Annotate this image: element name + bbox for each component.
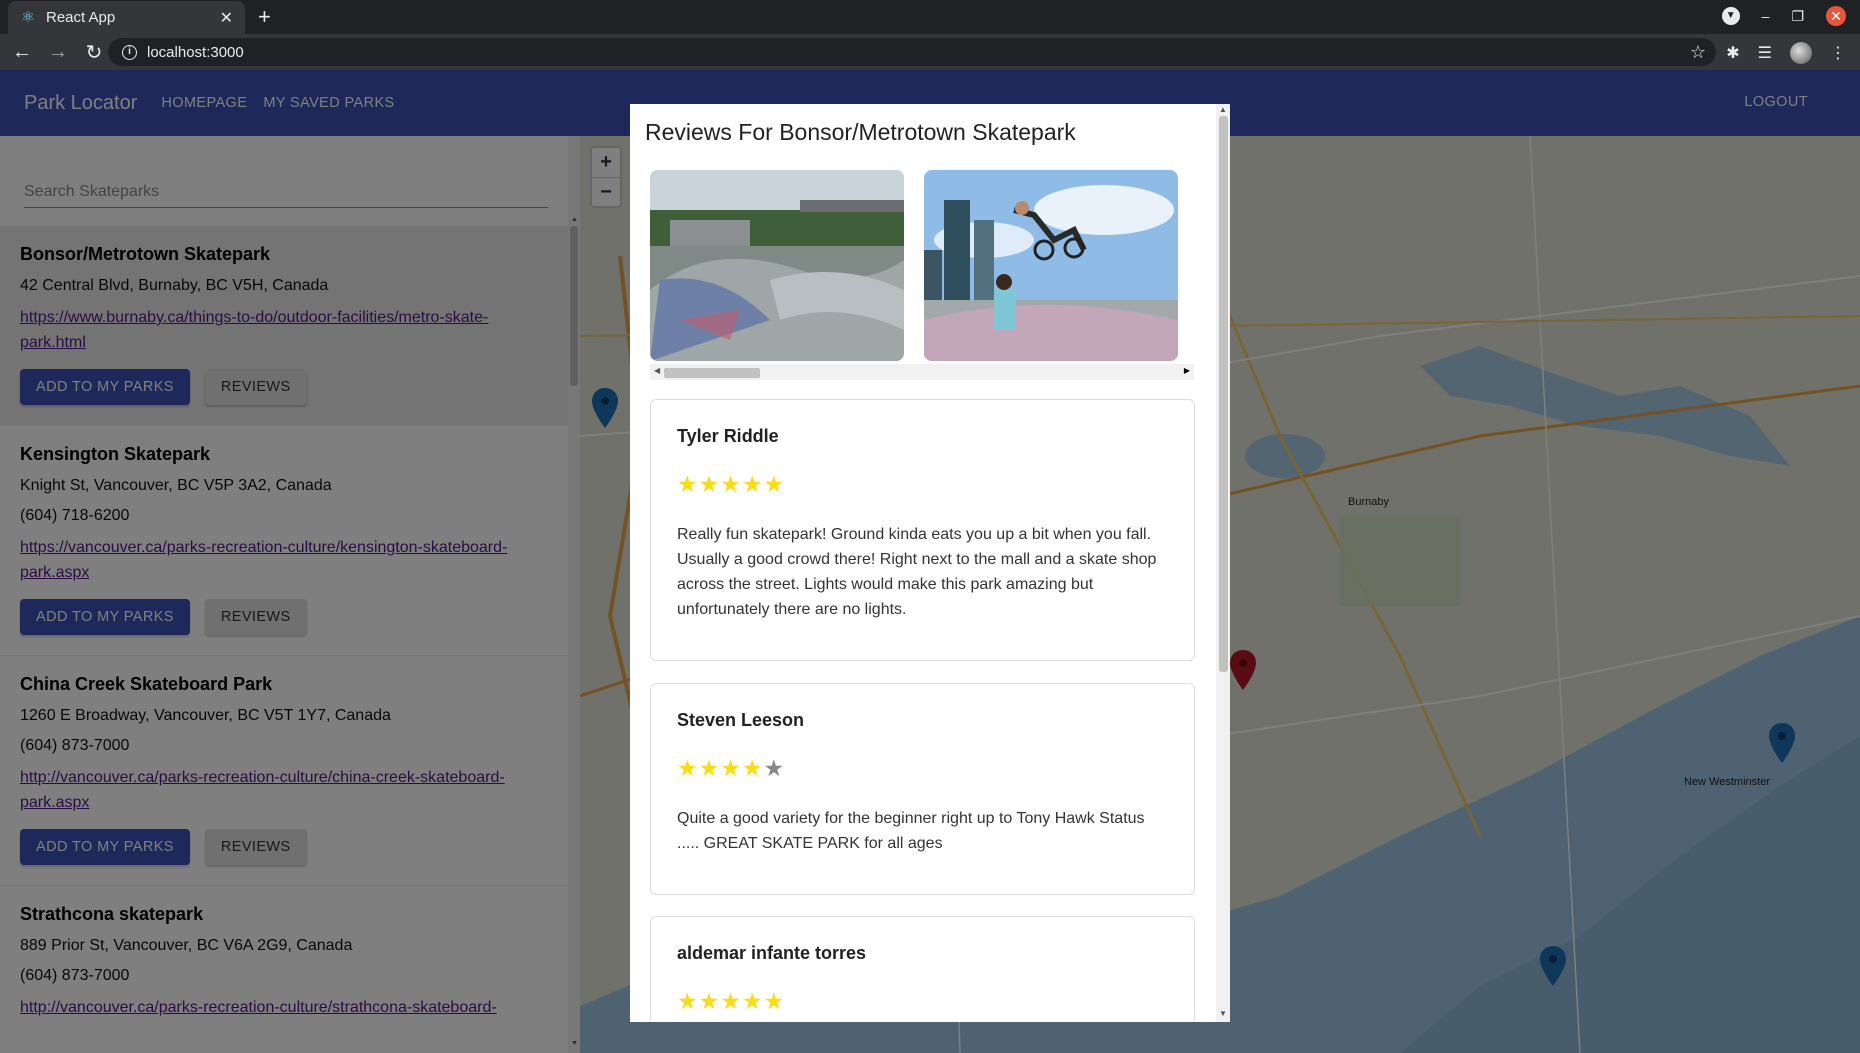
tab-search-icon[interactable]: ▼ — [1721, 7, 1740, 25]
star-rating: ★★★★★ — [677, 988, 1168, 1015]
forward-icon[interactable]: → — [44, 41, 72, 64]
star-filled-icon: ★ — [741, 755, 764, 781]
scroll-up-arrow-icon[interactable]: ▲ — [1219, 105, 1227, 114]
modal-scrollbar-thumb[interactable] — [1219, 116, 1228, 672]
site-info-icon[interactable]: i — [122, 44, 137, 60]
star-filled-icon: ★ — [698, 471, 721, 497]
modal-scrollbar[interactable]: ▲ ▼ — [1216, 104, 1230, 1022]
skatepark-photo — [924, 170, 1178, 361]
star-rating: ★★★★★ — [677, 471, 1168, 498]
profile-avatar[interactable] — [1790, 42, 1812, 64]
photo-gallery — [650, 170, 1198, 382]
star-filled-icon: ★ — [763, 988, 786, 1014]
back-icon[interactable]: ← — [8, 41, 36, 64]
new-tab-icon[interactable]: + — [258, 4, 271, 30]
star-filled-icon: ★ — [741, 988, 764, 1014]
window-controls: ▼ – ❐ ✕ — [1721, 6, 1846, 26]
reviewer-name: Tyler Riddle — [677, 426, 779, 446]
reviewer-name: Steven Leeson — [677, 710, 805, 730]
restore-icon[interactable]: ❐ — [1791, 8, 1804, 25]
reviewer-name: aldemar infante torres — [677, 943, 867, 963]
star-rating: ★★★★★ — [677, 755, 1168, 782]
star-filled-icon: ★ — [677, 471, 699, 497]
star-filled-icon: ★ — [677, 988, 699, 1014]
browser-tab-bar: ⚛ React App ✕ + ▼ – ❐ ✕ — [0, 0, 1860, 34]
address-bar[interactable]: i localhost:3000 ☆ — [108, 38, 1716, 66]
modal-title: Reviews For Bonsor/Metrotown Skatepark — [645, 119, 1076, 145]
review-text: Really fun skatepark! Ground kinda eats … — [677, 526, 1157, 618]
gallery-scrollbar-thumb[interactable] — [664, 368, 760, 378]
review-card: Tyler Riddle ★★★★★ Really fun skatepark!… — [650, 399, 1195, 661]
close-tab-icon[interactable]: ✕ — [220, 8, 233, 28]
star-filled-icon: ★ — [698, 988, 721, 1014]
tab-title: React App — [46, 9, 116, 26]
review-card: aldemar infante torres ★★★★★ — [650, 916, 1195, 1022]
browser-toolbar: ← → ↻ i localhost:3000 ☆ ✱ ☰ ⋮ — [0, 34, 1860, 70]
url-text: localhost:3000 — [147, 43, 244, 61]
skatepark-photo — [650, 170, 904, 361]
star-filled-icon: ★ — [763, 471, 786, 497]
review-card: Steven Leeson ★★★★★ Quite a good variety… — [650, 683, 1195, 895]
review-text: Quite a good variety for the beginner ri… — [677, 810, 1145, 852]
star-filled-icon: ★ — [677, 755, 699, 781]
browser-tab[interactable]: ⚛ React App ✕ — [8, 1, 245, 34]
close-window-icon[interactable]: ✕ — [1826, 6, 1846, 26]
star-filled-icon: ★ — [720, 988, 742, 1014]
browser-menu-icon[interactable]: ⋮ — [1830, 43, 1846, 63]
star-filled-icon: ★ — [741, 471, 764, 497]
extension-area: ✱ ☰ ⋮ — [1726, 42, 1846, 64]
scroll-right-arrow-icon[interactable]: ▶ — [1184, 366, 1190, 375]
react-favicon-icon: ⚛ — [21, 8, 35, 26]
star-filled-icon: ★ — [720, 755, 742, 781]
scroll-down-arrow-icon[interactable]: ▼ — [1219, 1009, 1227, 1018]
scroll-left-arrow-icon[interactable]: ◀ — [654, 366, 660, 375]
gallery-scrollbar[interactable]: ◀ ▶ — [650, 364, 1194, 380]
bookmark-star-icon[interactable]: ☆ — [1690, 42, 1706, 63]
extensions-puzzle-icon[interactable]: ✱ — [1726, 43, 1739, 63]
reading-list-icon[interactable]: ☰ — [1758, 43, 1772, 63]
reviews-modal: Reviews For Bonsor/Metrotown Skatepark ◀… — [630, 104, 1230, 1022]
star-filled-icon: ★ — [698, 755, 721, 781]
minimize-icon[interactable]: – — [1762, 8, 1770, 24]
star-empty-icon: ★ — [763, 755, 786, 781]
star-filled-icon: ★ — [720, 471, 742, 497]
reload-icon[interactable]: ↻ — [80, 40, 108, 65]
